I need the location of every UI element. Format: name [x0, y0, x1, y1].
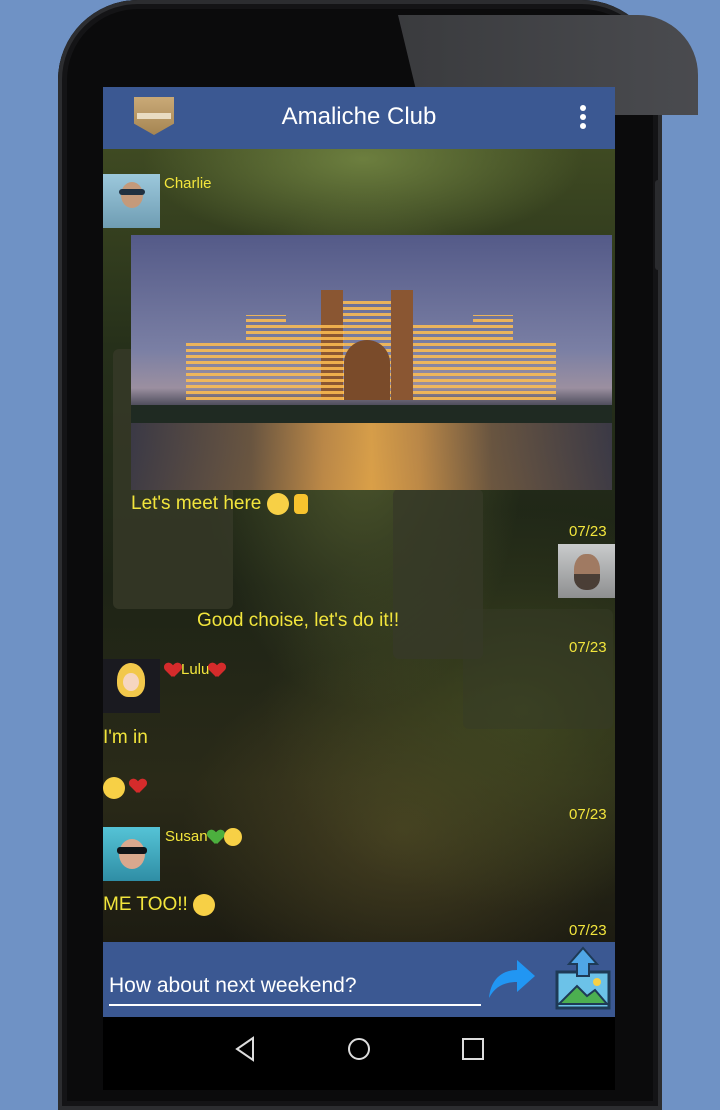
sender-name-susan: Susan: [165, 828, 242, 847]
avatar-me[interactable]: [558, 544, 615, 598]
water-reflection: [131, 423, 612, 490]
shared-image[interactable]: [131, 235, 612, 490]
message-text: Let's meet here: [131, 493, 308, 515]
sender-name-lulu: Lulu: [165, 661, 225, 678]
grin-emoji-icon: [193, 894, 216, 916]
image-upload-icon[interactable]: [553, 946, 613, 1012]
message-input[interactable]: How about next weekend?: [109, 962, 481, 1006]
message-text: Good choise, let's do it!!: [197, 610, 400, 631]
app-screen: Amaliche Club Charlie Let's meet here 07…: [103, 87, 615, 1017]
nav-home-icon[interactable]: [345, 1035, 373, 1063]
android-nav-bar: [103, 1017, 615, 1090]
app-title: Amaliche Club: [281, 103, 437, 130]
message-time: 07/23: [569, 806, 607, 823]
nav-back-icon[interactable]: [231, 1035, 259, 1063]
chat-area[interactable]: Charlie Let's meet here 07/23 Good chois…: [103, 149, 615, 942]
heart-icon: [165, 663, 181, 677]
message-time: 07/23: [569, 523, 607, 540]
smile-emoji-icon: [103, 777, 125, 799]
heart-icon: [209, 663, 225, 677]
more-vert-icon[interactable]: [579, 105, 587, 131]
nav-recents-icon[interactable]: [459, 1035, 487, 1063]
halo-emoji-icon: [223, 828, 242, 847]
emoji-message: [103, 777, 150, 799]
grin-emoji-icon: [266, 493, 289, 515]
sender-name-charlie: Charlie: [164, 175, 212, 192]
background-ruins: [463, 609, 613, 729]
message-time: 07/23: [569, 922, 607, 939]
avatar-lulu[interactable]: [103, 659, 160, 713]
message-text: I'm in: [103, 727, 148, 748]
point-up-emoji-icon: [293, 494, 308, 514]
volume-button: [655, 180, 661, 270]
hotel-illustration: [186, 280, 556, 400]
message-composer: How about next weekend?: [103, 942, 615, 1017]
avatar-susan[interactable]: [103, 827, 160, 881]
avatar-charlie[interactable]: [103, 174, 160, 228]
message-time: 07/23: [569, 639, 607, 656]
app-bar: Amaliche Club: [103, 87, 615, 149]
send-arrow-icon[interactable]: [483, 954, 539, 1004]
message-text: ME TOO!!: [103, 894, 216, 916]
heart-icon: [130, 779, 150, 797]
green-heart-icon: [208, 830, 224, 844]
